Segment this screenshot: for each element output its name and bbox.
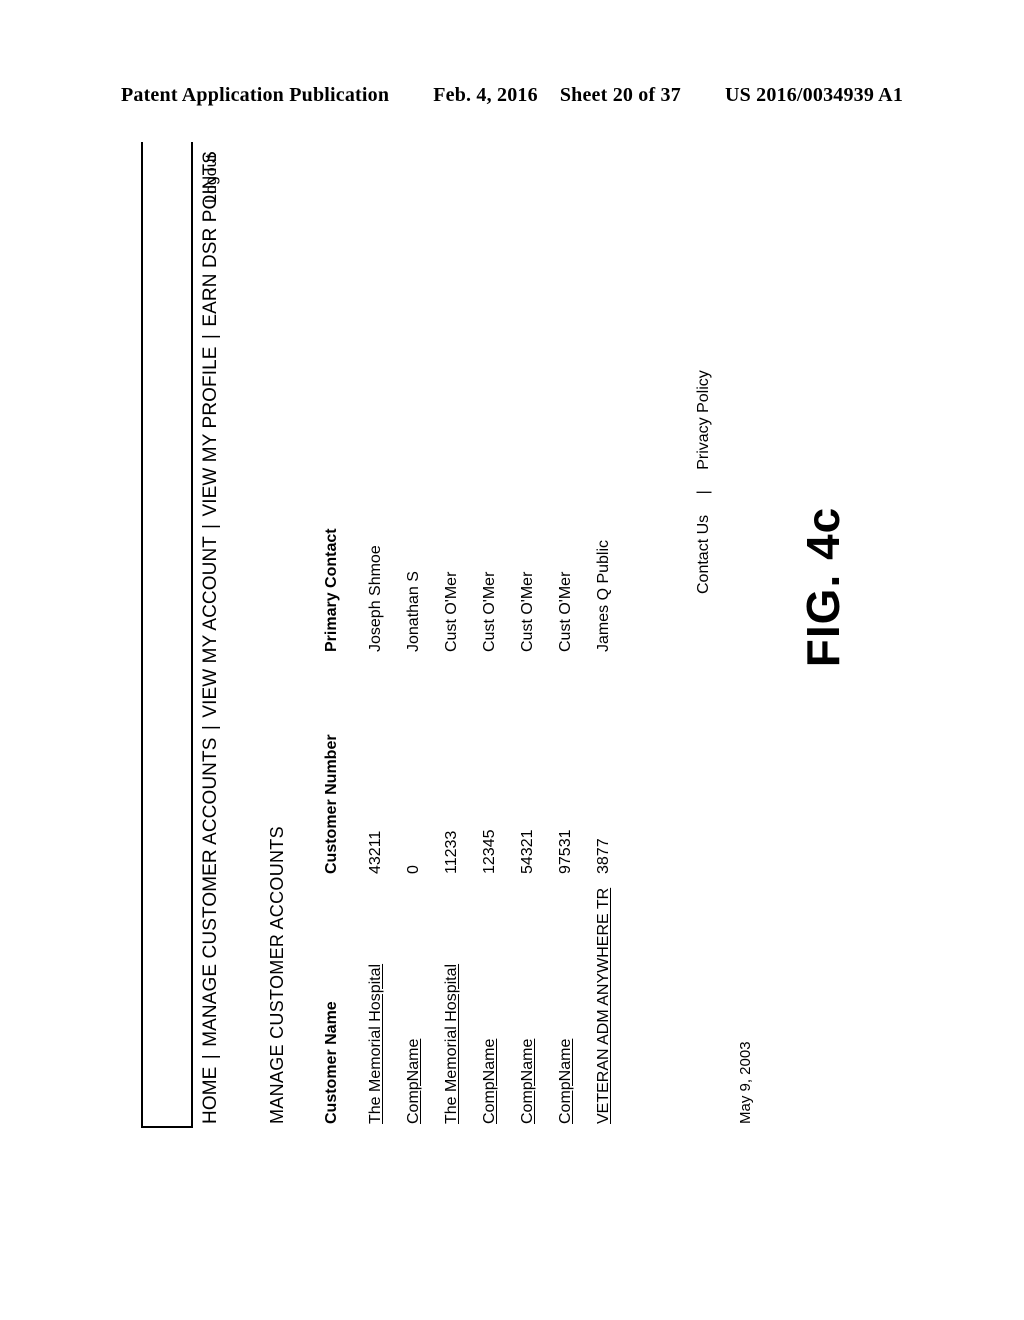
cell-customer-number: 97531 [557, 829, 574, 875]
cell-customer-number: 54321 [519, 829, 536, 875]
logout-link[interactable]: Logout [203, 154, 221, 203]
table-header-row: Customer Name Customer Number Primary Co… [323, 424, 367, 1124]
table-row: CompName 97531 Cust O'Mer [557, 424, 595, 1124]
customer-name-link[interactable]: CompName [557, 1039, 574, 1124]
publication-label: Patent Application Publication [120, 84, 390, 106]
cell-primary-contact: Cust O'Mer [519, 571, 536, 652]
cell-customer-number: 11233 [443, 830, 460, 874]
customer-name-link[interactable]: CompName [405, 1039, 422, 1124]
column-header-primary-contact: Primary Contact [323, 528, 340, 652]
main-navigation: HOME | MANAGE CUSTOMER ACCOUNTS | VIEW M… [200, 151, 222, 1124]
cell-customer-number: 43211 [367, 830, 384, 874]
table-row: VETERAN ADM ANYWHERE TR 3877 James Q Pub… [595, 424, 633, 1124]
table-row: The Memorial Hospital 11233 Cust O'Mer [443, 424, 481, 1124]
nav-separator: | [200, 334, 221, 340]
cell-primary-contact: Joseph Shmoe [367, 545, 384, 652]
column-header-customer-number: Customer Number [323, 734, 340, 874]
cell-customer-name: VETERAN ADM ANYWHERE TR [595, 874, 633, 1124]
cell-customer-name: CompName [405, 874, 443, 1124]
cell-customer-name: CompName [557, 874, 595, 1124]
nav-item-view-my-profile[interactable]: VIEW MY PROFILE [200, 346, 221, 516]
privacy-policy-link[interactable]: Privacy Policy [695, 370, 712, 470]
nav-item-view-my-account[interactable]: VIEW MY ACCOUNT [200, 536, 221, 717]
cell-primary-contact: Cust O'Mer [481, 571, 498, 652]
table-row: CompName 0 Jonathan S [405, 424, 443, 1124]
nav-separator: | [200, 725, 221, 731]
customer-name-link[interactable]: CompName [519, 1039, 536, 1124]
cell-primary-contact: James Q Public [595, 539, 612, 652]
cell-primary-contact: Jonathan S [405, 571, 422, 652]
table-body: The Memorial Hospital 43211 Joseph Shmoe… [367, 424, 633, 1124]
page-date: May 9, 2003 [737, 1041, 754, 1124]
table-row: The Memorial Hospital 43211 Joseph Shmoe [367, 424, 405, 1124]
cell-customer-name: The Memorial Hospital [443, 874, 481, 1124]
contact-us-link[interactable]: Contact Us [695, 515, 712, 594]
cell-customer-number: 12345 [481, 829, 498, 875]
cell-primary-contact: Cust O'Mer [557, 571, 574, 652]
customer-name-link[interactable]: The Memorial Hospital [367, 964, 384, 1124]
nav-separator: | [200, 523, 221, 529]
footer-separator: | [695, 490, 712, 495]
nav-separator: | [200, 1054, 221, 1060]
patent-page-header: Patent Application Publication Feb. 4, 2… [0, 84, 1024, 107]
customer-name-link[interactable]: The Memorial Hospital [443, 964, 460, 1124]
nav-item-manage-customer-accounts[interactable]: MANAGE CUSTOMER ACCOUNTS [200, 738, 221, 1047]
table-row: CompName 54321 Cust O'Mer [519, 424, 557, 1124]
customer-name-link[interactable]: CompName [481, 1039, 498, 1124]
table-row: CompName 12345 Cust O'Mer [481, 424, 519, 1124]
cell-customer-name: CompName [481, 874, 519, 1124]
cell-customer-name: CompName [519, 874, 557, 1124]
figure-drawing-area: HOME | MANAGE CUSTOMER ACCOUNTS | VIEW M… [127, 140, 897, 1180]
table-header: Customer Name Customer Number Primary Co… [323, 424, 367, 1124]
cell-customer-number: 3877 [595, 838, 612, 874]
cell-primary-contact: Cust O'Mer [443, 571, 460, 652]
page-title: MANAGE CUSTOMER ACCOUNTS [267, 826, 287, 1124]
column-header-customer-name: Customer Name [323, 1001, 340, 1124]
ui-mockup: HOME | MANAGE CUSTOMER ACCOUNTS | VIEW M… [127, 140, 897, 1180]
customer-accounts-table: Customer Name Customer Number Primary Co… [323, 424, 633, 1124]
sheet-number: Sheet 20 of 37 [559, 84, 681, 106]
nav-bar-frame [141, 142, 193, 1128]
cell-customer-number: 0 [405, 865, 422, 874]
patent-number: US 2016/0034939 A1 [724, 84, 904, 106]
nav-item-home[interactable]: HOME [200, 1067, 221, 1124]
customer-name-link[interactable]: VETERAN ADM ANYWHERE TR [595, 888, 612, 1124]
footer-links: Contact Us | Privacy Policy [695, 370, 713, 594]
cell-customer-name: The Memorial Hospital [367, 874, 405, 1124]
publication-date: Feb. 4, 2016 [433, 84, 538, 106]
